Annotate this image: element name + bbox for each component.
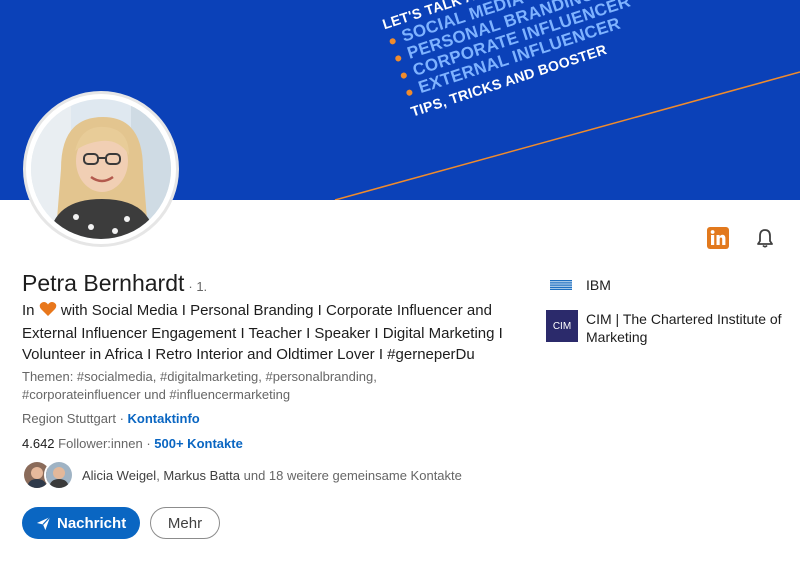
more-button-label: Mehr: [167, 514, 203, 532]
company-item[interactable]: IBM: [546, 276, 611, 294]
cim-logo: CIM: [546, 310, 578, 342]
message-button[interactable]: Nachricht: [22, 507, 141, 539]
profile-photo[interactable]: [23, 91, 179, 247]
connections-link[interactable]: 500+ Kontakte: [154, 436, 243, 451]
contact-info-link[interactable]: Kontaktinfo: [128, 411, 200, 426]
headline-prefix: In: [22, 302, 35, 319]
linkedin-icon[interactable]: [705, 225, 731, 251]
avatar-image: [31, 99, 171, 239]
more-button[interactable]: Mehr: [150, 507, 220, 539]
profile-headline: In with Social Media I Personal Branding…: [22, 300, 532, 365]
profile-card: LET'S TALK AND EXCHANGE! ●SOCIAL MEDIA ●…: [0, 0, 800, 565]
mutual-connections[interactable]: Alicia Weigel, Markus Batta und 18 weite…: [22, 460, 462, 490]
ibm-logo: [546, 278, 576, 292]
profile-name-row: Petra Bernhardt · 1.: [22, 270, 207, 297]
location-row: Region Stuttgart · Kontaktinfo: [22, 411, 200, 426]
mutual-rest: und 18 weitere gemeinsame Kontakte: [240, 467, 462, 483]
followers-count: 4.642: [22, 436, 55, 451]
heart-icon: [39, 301, 57, 323]
send-icon: [36, 516, 51, 530]
followers-label: Follower:innen: [58, 436, 143, 451]
company-name: IBM: [586, 277, 611, 293]
bell-icon[interactable]: [752, 225, 778, 251]
mutual-name[interactable]: Alicia Weigel: [82, 468, 156, 483]
mutual-connections-text: Alicia Weigel, Markus Batta und 18 weite…: [82, 468, 462, 483]
profile-topics: Themen: #socialmedia, #digitalmarketing,…: [22, 369, 377, 402]
connection-degree: · 1.: [188, 279, 208, 294]
company-name: CIM | The Chartered Institute of Marketi…: [586, 311, 782, 345]
message-button-label: Nachricht: [57, 514, 127, 532]
location-separator: ·: [115, 411, 128, 426]
headline-text: with Social Media I Personal Branding I …: [22, 302, 503, 363]
mutual-avatar: [44, 460, 74, 490]
profile-location: Region Stuttgart: [22, 411, 116, 426]
mutual-name[interactable]: Markus Batta: [163, 468, 240, 483]
company-item[interactable]: CIM CIM | The Chartered Institute of Mar…: [546, 310, 796, 346]
profile-name: Petra Bernhardt: [22, 270, 185, 296]
stats-separator: ·: [142, 436, 155, 451]
stats-row: 4.642 Follower:innen · 500+ Kontakte: [22, 436, 243, 451]
